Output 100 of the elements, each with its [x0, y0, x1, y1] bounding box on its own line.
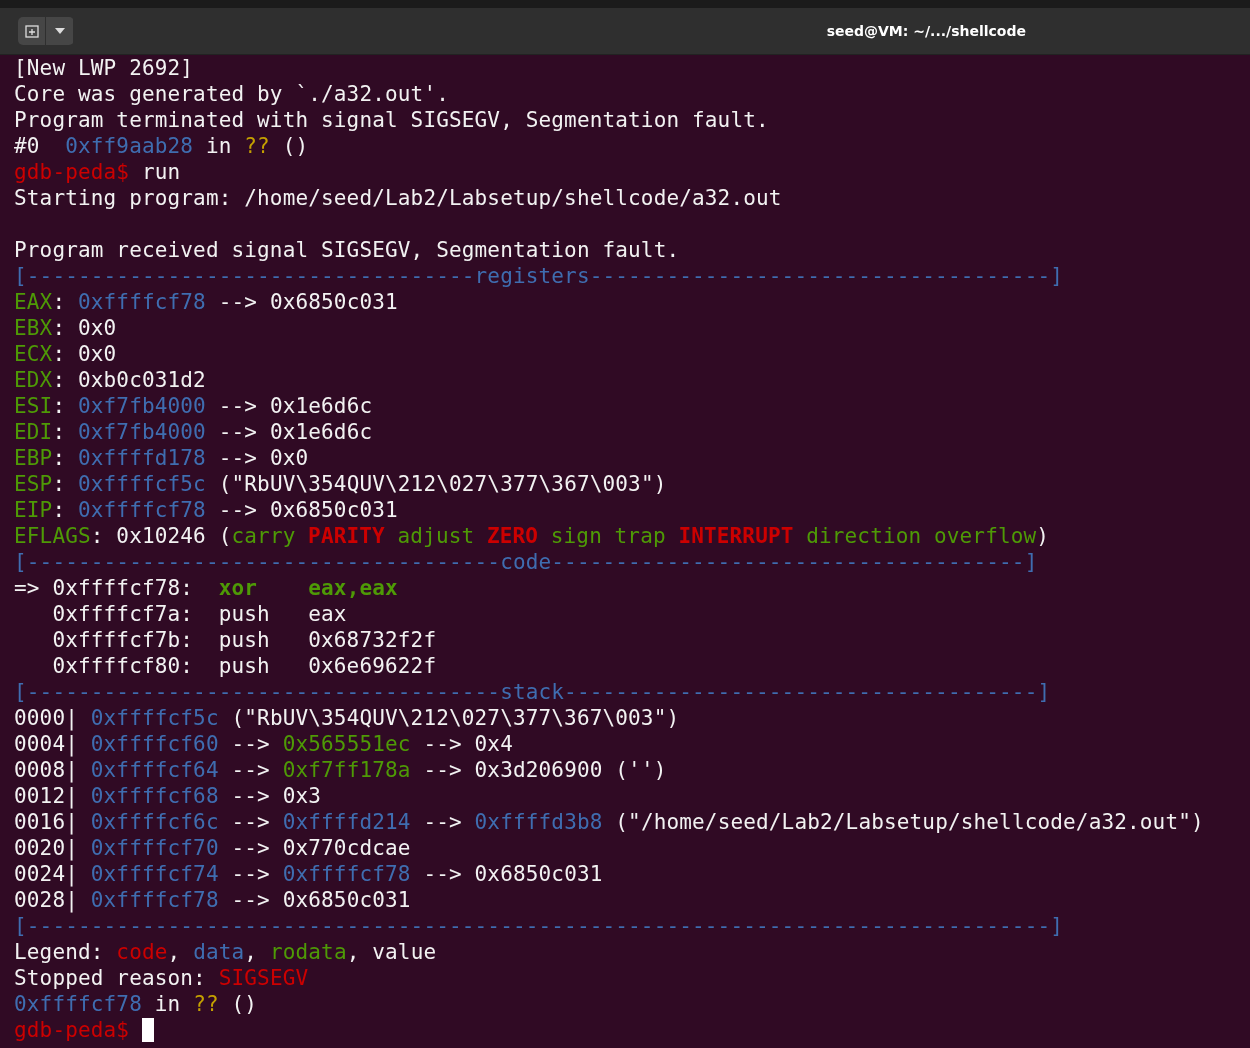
caret-icon	[54, 28, 65, 34]
terminal-text: Program received signal SIGSEGV, Segmentation fault.	[14, 238, 680, 262]
terminal-text: in	[153, 992, 182, 1016]
terminal-text: :	[52, 446, 67, 470]
register-name: EDX	[14, 368, 53, 392]
address: 0xffffcf6c	[90, 810, 219, 834]
address: 0xffffcf70	[90, 836, 219, 860]
terminal-text: [New LWP 2692]	[14, 56, 194, 80]
address: 0xffffcf64	[90, 758, 219, 782]
terminal-text: --> 0x1e6d6c	[217, 420, 373, 444]
section-divider: [-------------------------------------stack-------------------------------------]	[14, 680, 1051, 704]
terminal-text: :	[52, 498, 67, 522]
flag-clear: overflow	[933, 524, 1037, 548]
address: 0xff9aab28	[65, 134, 194, 158]
code-text: code	[116, 940, 168, 964]
address: 0xf7fb4000	[78, 420, 206, 444]
terminal-text: --> 0x6850c031	[217, 290, 398, 314]
terminal-text: ,	[244, 940, 259, 964]
terminal-text: --> 0x6850c031	[422, 862, 603, 886]
address: data	[193, 940, 245, 964]
register-name: EFLAGS	[14, 524, 91, 548]
address: 0xffffd178	[78, 446, 206, 470]
terminal-text: : 0x0	[52, 342, 117, 366]
terminal-text: :	[52, 394, 67, 418]
address: 0xffffd214	[282, 810, 411, 834]
address: 0xffffcf78	[78, 498, 206, 522]
address: 0xffffcf78	[90, 888, 219, 912]
register-name: ESP	[14, 472, 53, 496]
flag-set: INTERRUPT	[678, 524, 794, 548]
rodata-address: 0x565551ec	[282, 732, 411, 756]
terminal-text: ("RbUV\354QUV\212\027\377\367\003")	[230, 706, 680, 730]
terminal-text: -->	[230, 862, 271, 886]
terminal-text: --> 0x770cdcae	[230, 836, 411, 860]
window-title: seed@VM: ~/.../shellcode	[826, 23, 1026, 39]
unknown-symbol: ??	[244, 134, 270, 158]
terminal-text: 0xffffcf7b: push 0x68732f2f	[51, 628, 437, 652]
terminal-text: ()	[230, 992, 258, 1016]
register-name: EBP	[14, 446, 53, 470]
flag-set: ZERO	[486, 524, 539, 548]
terminal-text: ("RbUV\354QUV\212\027\377\367\003")	[217, 472, 667, 496]
terminal-text: --> 0x3	[230, 784, 322, 808]
terminal-text: Legend:	[14, 940, 105, 964]
terminal-text: :	[52, 472, 67, 496]
terminal-text: --> 0x6850c031	[217, 498, 398, 522]
terminal-text: )	[1036, 524, 1050, 548]
address: 0xffffcf5c	[90, 706, 219, 730]
code-text: SIGSEGV	[218, 966, 309, 990]
terminal-text: 0016|	[14, 810, 79, 834]
terminal-text: in	[204, 134, 233, 158]
flag-clear: trap	[614, 524, 666, 548]
terminal-text: 0000|	[14, 706, 79, 730]
terminal-text: #0	[14, 134, 41, 158]
register-name: ESI	[14, 394, 53, 418]
terminal-text: 0020|	[14, 836, 79, 860]
flag-set: PARITY	[308, 524, 385, 548]
rodata-address: rodata	[269, 940, 347, 964]
flag-clear: sign	[550, 524, 602, 548]
terminal-text: Core was generated by `./a32.out'.	[14, 82, 449, 106]
terminal-text: Stopped reason:	[14, 966, 207, 990]
unknown-symbol: ??	[193, 992, 219, 1016]
section-divider: [-------------------------------------code-------------------------------------]	[14, 550, 1038, 574]
terminal-text: : 0xb0c031d2	[52, 368, 206, 392]
new-tab-icon	[24, 24, 39, 38]
flag-clear: adjust	[397, 524, 475, 548]
terminal-text: 0008|	[14, 758, 79, 782]
register-name: ECX	[14, 342, 53, 366]
address: 0xffffcf78	[78, 290, 206, 314]
terminal-text: --> 0x1e6d6c	[217, 394, 373, 418]
terminal-text: run	[140, 160, 181, 184]
terminal-text: -->	[422, 810, 463, 834]
terminal-text: Program terminated with signal SIGSEGV, Segmentation fault.	[14, 108, 769, 132]
terminal-text: : 0x10246 (	[90, 524, 232, 548]
terminal-text: :	[52, 420, 67, 444]
register-name: EAX	[14, 290, 53, 314]
terminal-text: : 0x0	[52, 316, 117, 340]
address: 0xffffcf5c	[78, 472, 206, 496]
terminal-text: , value	[346, 940, 437, 964]
flag-clear: direction	[806, 524, 922, 548]
menu-dropdown-button[interactable]	[46, 17, 73, 45]
rodata-address: 0xf7ff178a	[282, 758, 411, 782]
terminal-text: ,	[167, 940, 182, 964]
prompt: gdb-peda$	[14, 160, 130, 184]
terminal-text: 0xffffcf80: push 0x6e69622f	[51, 654, 437, 678]
terminal-text: ()	[281, 134, 309, 158]
address: 0xffffcf60	[90, 732, 219, 756]
terminal-text: --> 0x6850c031	[230, 888, 411, 912]
terminal-text: 0024|	[14, 862, 79, 886]
address: 0xffffcf68	[90, 784, 219, 808]
section-divider: [--------------------------------------------------------------------------------]	[14, 914, 1064, 938]
terminal-text: --> 0x3d206900 ('')	[422, 758, 667, 782]
terminal-text: :	[52, 290, 67, 314]
new-tab-button[interactable]	[18, 17, 45, 45]
terminal-text: 0xffffcf7a: push eax	[51, 602, 347, 626]
flag-clear: carry	[231, 524, 296, 548]
register-name: EDI	[14, 420, 53, 444]
terminal-text: --> 0x4	[422, 732, 513, 756]
prompt: gdb-peda$	[14, 1018, 130, 1042]
terminal-text: 0004|	[14, 732, 79, 756]
address: 0xffffd3b8	[474, 810, 603, 834]
terminal-text: ("/home/seed/Lab2/Labsetup/shellcode/a32.out")	[614, 810, 1204, 834]
